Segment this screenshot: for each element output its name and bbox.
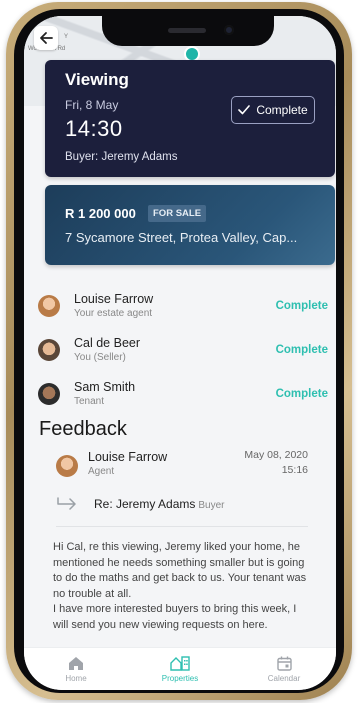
- reply-role: Buyer: [198, 500, 225, 511]
- feedback-timestamp: May 08, 2020 15:16: [244, 448, 308, 478]
- camera-icon: [224, 25, 234, 35]
- participant-name: Sam Smith: [74, 380, 136, 394]
- home-icon: [69, 656, 83, 670]
- tab-label: Home: [65, 673, 87, 683]
- tab-calendar[interactable]: Calendar: [232, 648, 336, 690]
- tab-label: Properties: [161, 674, 199, 683]
- back-button[interactable]: [34, 26, 58, 50]
- tab-properties[interactable]: Properties: [128, 648, 232, 690]
- property-status-badge: FOR SALE: [148, 205, 207, 222]
- arrow-left-icon: [40, 32, 53, 44]
- property-card[interactable]: R 1 200 000 FOR SALE 7 Sycamore Street, …: [45, 185, 335, 265]
- avatar: [38, 383, 60, 405]
- reply-reference: Re: Jeremy Adams Buyer: [94, 497, 225, 511]
- properties-icon: [170, 656, 190, 671]
- buyer-name: Jeremy Adams: [101, 151, 178, 163]
- tab-label: Calendar: [267, 673, 301, 683]
- avatar: [56, 455, 78, 477]
- viewing-time: 14:30: [65, 116, 123, 141]
- divider: [56, 526, 308, 527]
- viewing-date: Fri, 8 May: [65, 98, 119, 112]
- participant-name: Louise Farrow: [74, 292, 154, 306]
- complete-button[interactable]: Complete: [231, 96, 315, 124]
- bottom-tab-bar: Home Properties Calendar: [24, 647, 336, 690]
- participant-status: Complete: [275, 344, 328, 356]
- participant-role: Tenant: [74, 396, 105, 407]
- viewing-buyer: Buyer: Jeremy Adams: [65, 151, 178, 163]
- participant-row[interactable]: Sam Smith Tenant Complete: [24, 374, 336, 418]
- speaker-grille: [168, 28, 206, 33]
- check-icon: [238, 105, 251, 115]
- viewing-title: Viewing: [65, 70, 129, 89]
- reply-to-text: Re: Jeremy Adams: [94, 497, 196, 511]
- feedback-date: May 08, 2020: [244, 449, 308, 461]
- participant-status: Complete: [275, 300, 328, 312]
- participant-name: Cal de Beer: [74, 336, 141, 350]
- phone-notch: [102, 16, 274, 46]
- participant-role: Your estate agent: [74, 308, 153, 319]
- tab-home[interactable]: Home: [24, 648, 128, 690]
- feedback-time: 15:16: [281, 464, 308, 476]
- app-screen: Woodlawn Rd Y Viewing Fri, 8 May 14:30 B…: [24, 16, 336, 690]
- participant-status: Complete: [275, 388, 328, 400]
- feedback-heading: Feedback: [39, 418, 127, 440]
- feedback-message: Hi Cal, re this viewing, Jeremy liked yo…: [53, 541, 307, 631]
- buyer-label: Buyer:: [65, 151, 99, 163]
- property-price: R 1 200 000: [65, 206, 136, 221]
- participant-row[interactable]: Louise Farrow Your estate agent Complete: [24, 286, 336, 330]
- participants-list: Louise Farrow Your estate agent Complete…: [24, 286, 336, 418]
- feedback-author-name: Louise Farrow: [88, 450, 168, 464]
- feedback-author-role: Agent: [88, 466, 115, 477]
- viewing-card: Viewing Fri, 8 May 14:30 Buyer: Jeremy A…: [45, 60, 335, 177]
- participant-row[interactable]: Cal de Beer You (Seller) Complete: [24, 330, 336, 374]
- map-label-extra: Y: [64, 34, 69, 40]
- avatar: [38, 339, 60, 361]
- complete-button-label: Complete: [256, 103, 308, 117]
- calendar-icon: [276, 656, 292, 671]
- avatar: [38, 295, 60, 317]
- reply-arrow-icon: [57, 497, 76, 510]
- participant-role: You (Seller): [74, 352, 126, 363]
- property-address: 7 Sycamore Street, Protea Valley, Cap...: [65, 230, 298, 245]
